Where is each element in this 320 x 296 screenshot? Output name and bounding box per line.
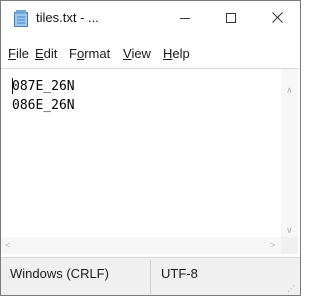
line-ending-status: Windows (CRLF) bbox=[10, 266, 109, 281]
scroll-right-icon[interactable]: > bbox=[270, 240, 275, 250]
menu-bar: File Edit Format View Help bbox=[1, 45, 300, 65]
menu-help[interactable]: Help bbox=[161, 46, 192, 61]
status-divider bbox=[150, 260, 151, 294]
minimize-icon bbox=[180, 10, 190, 28]
vertical-scrollbar[interactable]: ∧ ∨ bbox=[281, 69, 298, 237]
resize-grip-icon[interactable]: ⋰ bbox=[287, 284, 295, 293]
text-caret bbox=[12, 78, 13, 94]
close-button[interactable] bbox=[254, 1, 300, 36]
horizontal-scrollbar[interactable]: < > bbox=[1, 237, 281, 254]
scroll-left-icon[interactable]: < bbox=[5, 240, 10, 250]
scroll-up-icon[interactable]: ∧ bbox=[286, 85, 293, 95]
maximize-icon bbox=[226, 10, 236, 28]
scroll-down-icon[interactable]: ∨ bbox=[286, 225, 293, 235]
title-bar[interactable]: tiles.txt - ... bbox=[1, 1, 300, 36]
notepad-icon bbox=[14, 10, 28, 27]
encoding-status: UTF-8 bbox=[161, 266, 198, 281]
notepad-window: tiles.txt - ... File Edit Format View He… bbox=[0, 0, 301, 296]
minimize-button[interactable] bbox=[162, 1, 208, 36]
menu-format[interactable]: Format bbox=[67, 46, 112, 61]
text-line: 087E_26N bbox=[12, 79, 75, 94]
text-content[interactable]: 087E_26N 086E_26N bbox=[12, 77, 280, 115]
scrollbar-corner bbox=[281, 237, 298, 254]
menu-file[interactable]: File bbox=[6, 46, 31, 61]
status-bar: Windows (CRLF) UTF-8 ⋰ bbox=[1, 257, 300, 295]
menu-edit[interactable]: Edit bbox=[33, 46, 59, 61]
text-line: 086E_26N bbox=[12, 98, 75, 113]
maximize-button[interactable] bbox=[208, 1, 254, 36]
window-title: tiles.txt - ... bbox=[36, 10, 99, 25]
close-icon bbox=[271, 10, 283, 28]
text-editor[interactable]: 087E_26N 086E_26N ∧ ∨ < > bbox=[1, 68, 299, 255]
menu-view[interactable]: View bbox=[121, 46, 153, 61]
